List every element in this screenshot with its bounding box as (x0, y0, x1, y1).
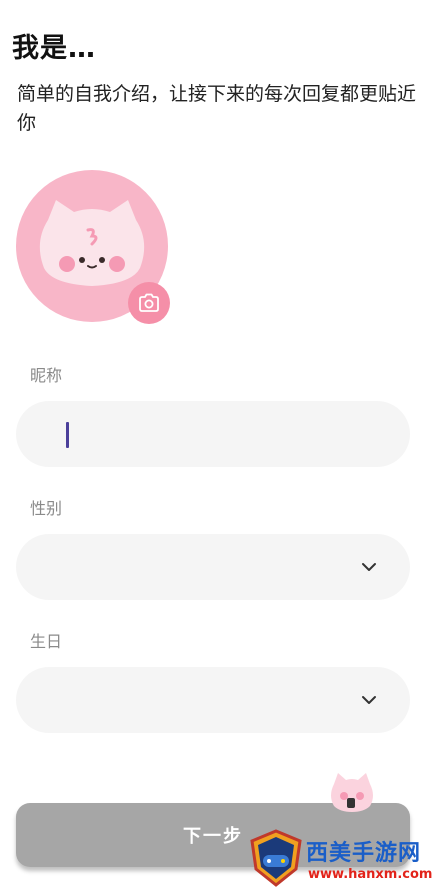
gender-select[interactable] (16, 534, 410, 600)
watermark-url: www.hanxm.com (308, 867, 433, 882)
avatar-section (16, 170, 170, 324)
page-subtitle: 简单的自我介绍，让接下来的每次回复都更贴近你 (17, 83, 417, 134)
chevron-down-icon (362, 563, 376, 571)
nickname-field[interactable] (16, 401, 410, 467)
gamepad-shield-logo-icon (250, 829, 302, 887)
kitten-mascot-icon (331, 773, 373, 812)
watermark-name: 西美手游网 (306, 841, 422, 866)
page-title: 我是… (12, 33, 96, 64)
nickname-input[interactable] (16, 401, 410, 467)
text-caret (66, 422, 69, 448)
change-avatar-button[interactable] (128, 282, 170, 324)
watermark: 西美手游网 www.hanxm.com (248, 829, 438, 887)
nickname-label: 昵称 (30, 366, 63, 385)
chevron-down-icon (362, 696, 376, 704)
camera-icon (139, 293, 159, 312)
birthday-label: 生日 (30, 632, 63, 651)
gender-label: 性别 (30, 499, 63, 518)
birthday-select[interactable] (16, 667, 410, 733)
